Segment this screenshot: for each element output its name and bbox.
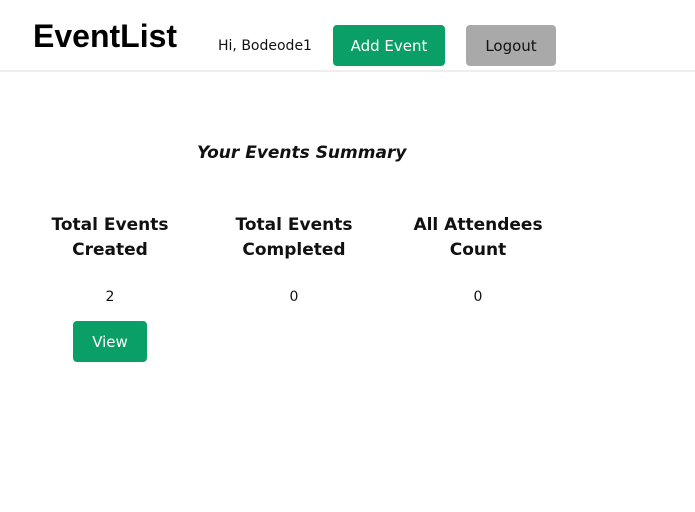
stat-label-line2: Created <box>72 240 148 260</box>
stat-label-line1: Total Events <box>235 215 353 235</box>
stat-value: 2 <box>105 289 115 305</box>
add-event-button[interactable]: Add Event <box>333 25 445 66</box>
stat-total-created: Total Events Created 2 <box>25 213 195 306</box>
stat-label-line1: Total Events <box>51 215 169 235</box>
user-greeting: Hi, Bodeode1 <box>218 38 312 54</box>
stat-label-line2: Completed <box>242 240 346 260</box>
view-events-button[interactable]: View <box>73 321 147 362</box>
stat-value: 0 <box>289 289 299 305</box>
app-logo[interactable]: EventList <box>33 17 177 55</box>
logout-button[interactable]: Logout <box>466 25 556 66</box>
stat-attendees-count: All Attendees Count 0 <box>393 213 563 306</box>
stat-label-line1: All Attendees <box>413 215 543 235</box>
stat-label-line2: Count <box>449 240 507 260</box>
stat-total-completed: Total Events Completed 0 <box>209 213 379 306</box>
header-bar: EventList Hi, Bodeode1 Add Event Logout <box>0 0 695 72</box>
summary-title: Your Events Summary <box>197 143 407 163</box>
stat-value: 0 <box>473 289 483 305</box>
